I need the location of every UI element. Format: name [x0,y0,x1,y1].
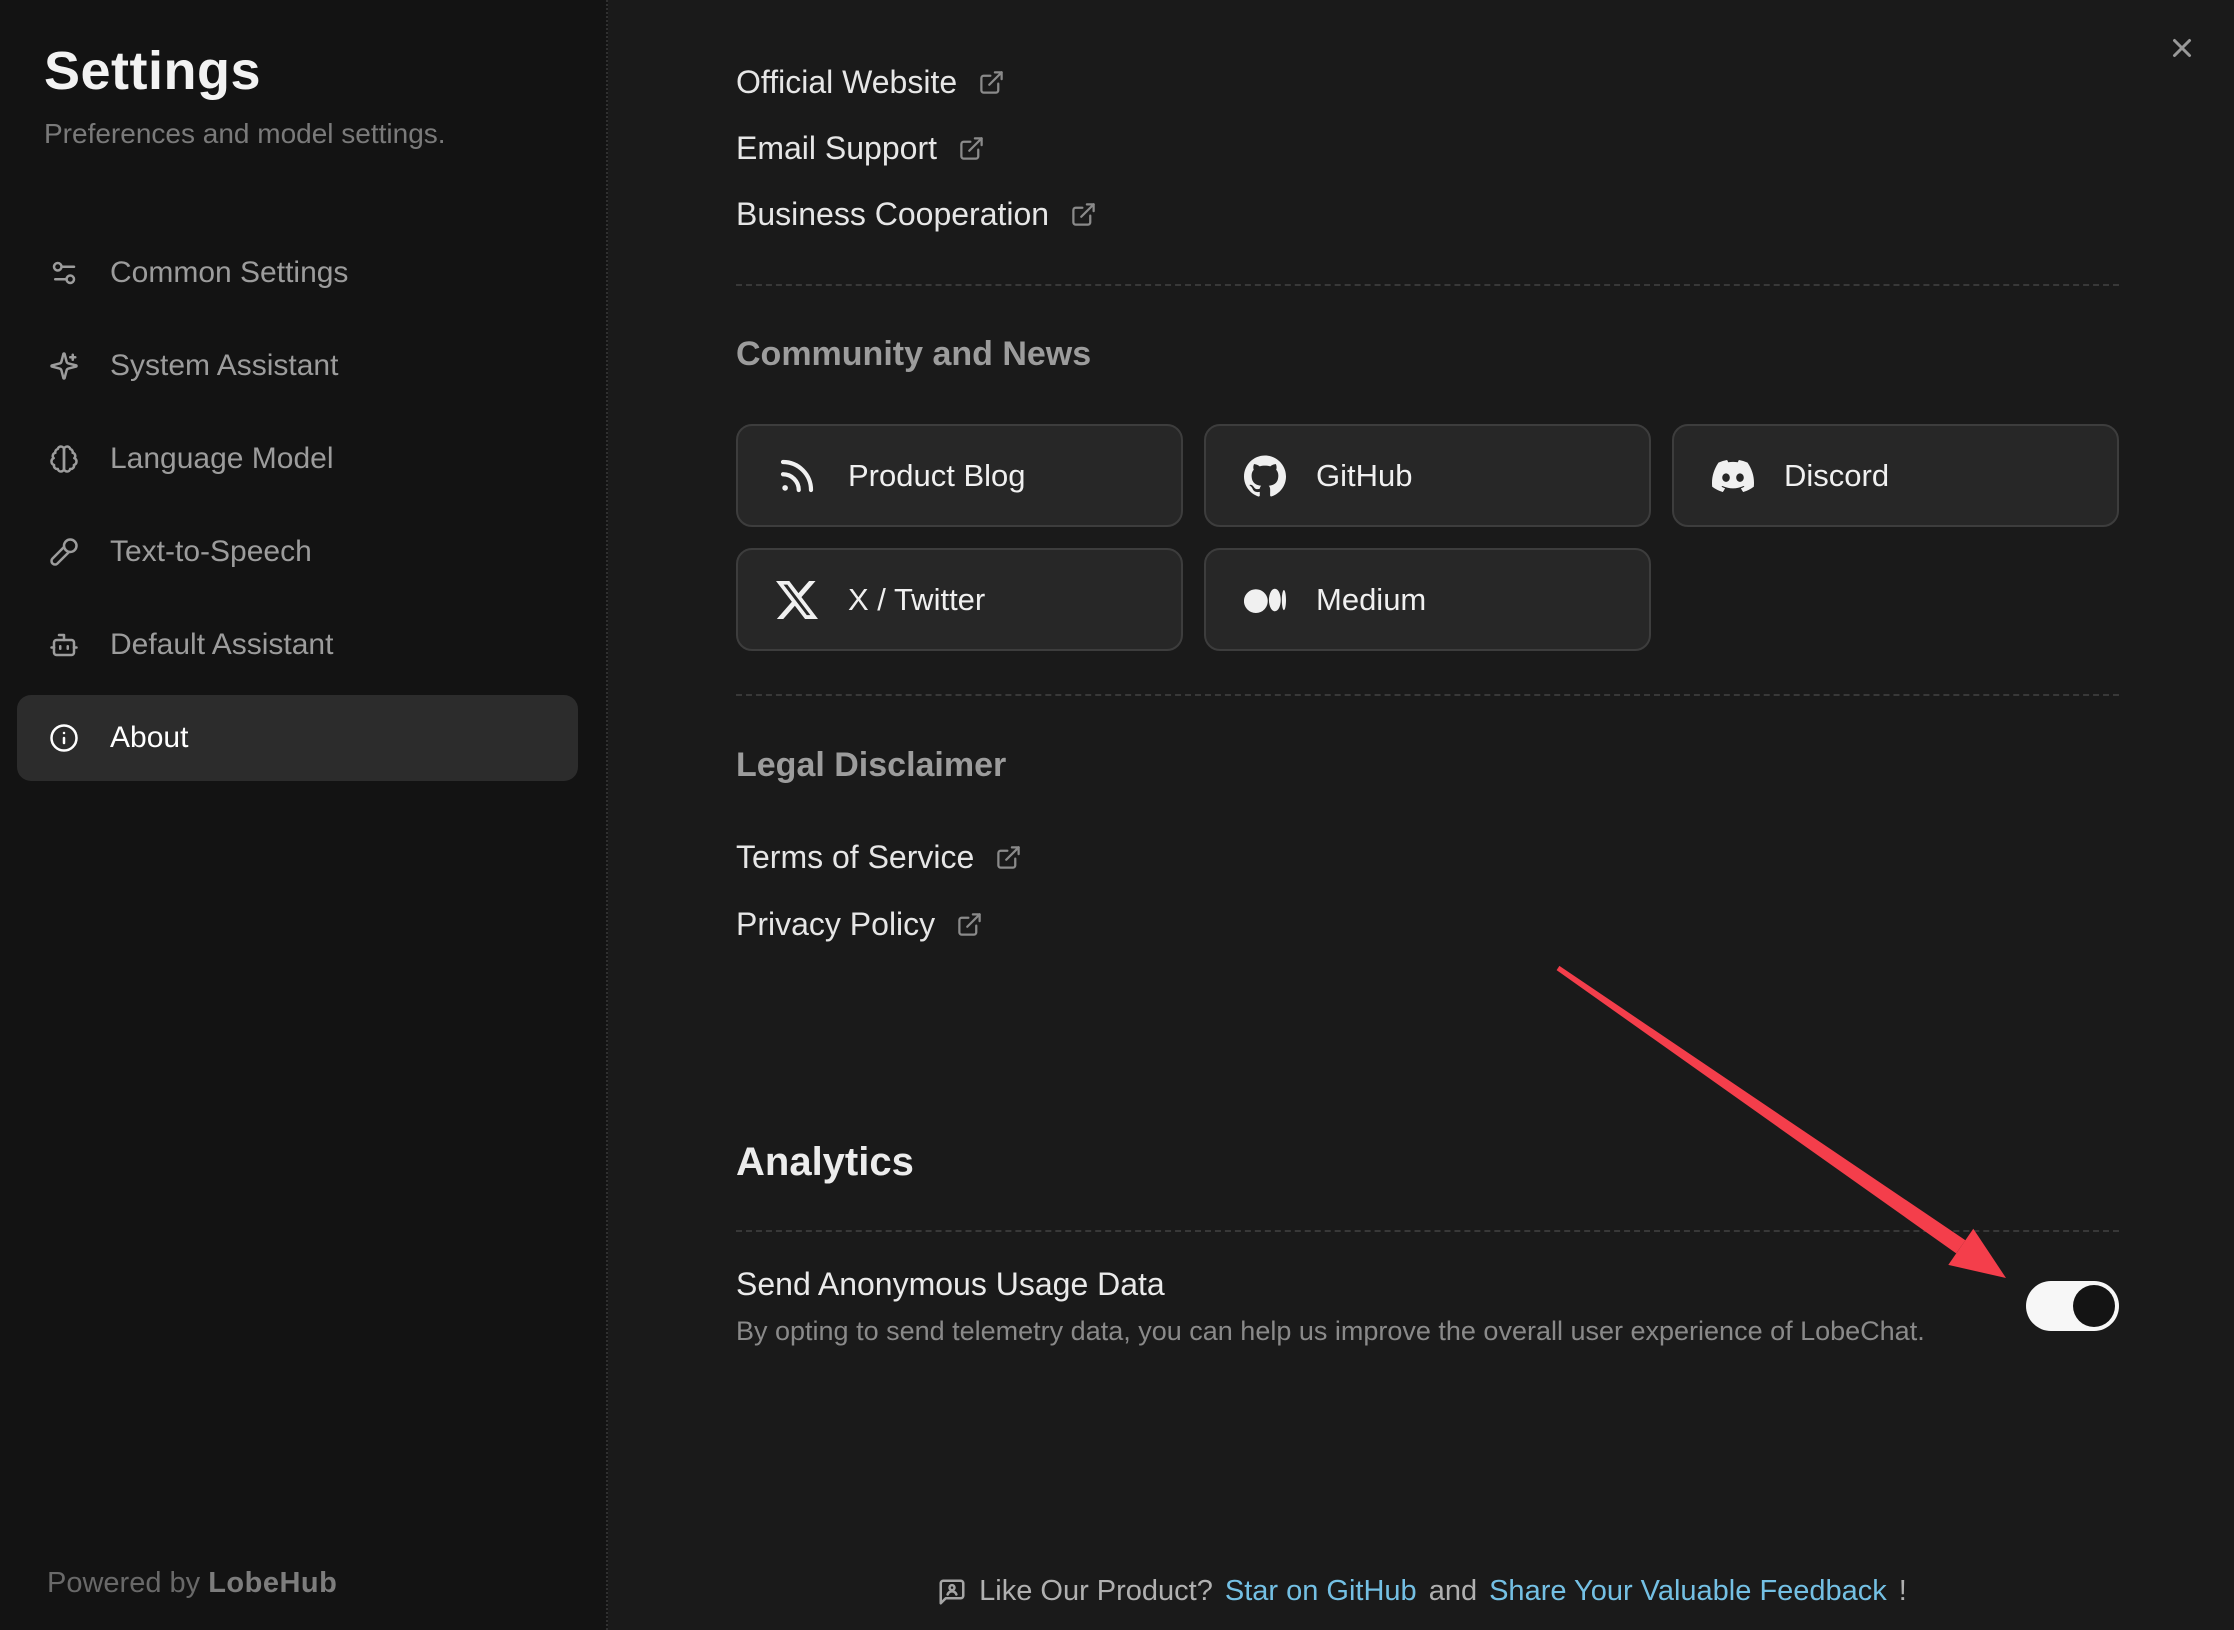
section-divider [736,1230,2119,1232]
x-twitter-button[interactable]: X / Twitter [736,548,1183,651]
powered-by[interactable]: Powered by LobeHub [47,1567,337,1600]
page-title: Settings [44,40,578,102]
email-support-link[interactable]: Email Support [736,125,985,171]
external-link-icon [958,135,985,162]
telemetry-label: Send Anonymous Usage Data [736,1261,1925,1307]
link-label: Email Support [736,125,937,171]
sidebar-item-common-settings[interactable]: Common Settings [17,230,578,316]
footer-middle: and [1429,1575,1477,1608]
button-label: Product Blog [848,458,1026,494]
community-buttons: Product Blog GitHub Discord X / Twitter … [736,424,2119,651]
footer-suffix: ! [1899,1575,1907,1608]
medium-icon [1244,579,1286,621]
close-icon[interactable] [2167,33,2197,63]
lobehub-brand: LobeHub [208,1567,337,1599]
feedback-bubble-icon [937,1577,967,1607]
link-label: Terms of Service [736,834,974,880]
star-on-github-link[interactable]: Star on GitHub [1225,1575,1417,1608]
powered-by-text: Powered by [47,1567,200,1599]
analytics-section-title: Analytics [736,1138,2119,1186]
sidebar-item-label: Text-to-Speech [110,535,312,569]
sliders-icon [49,258,79,288]
discord-icon [1712,455,1754,497]
mic-icon [49,537,79,567]
sidebar-item-label: Language Model [110,442,334,476]
telemetry-texts: Send Anonymous Usage Data By opting to s… [736,1261,1925,1351]
x-icon [776,579,818,621]
external-link-icon [995,844,1022,871]
section-divider [736,284,2119,286]
business-cooperation-link[interactable]: Business Cooperation [736,191,1097,237]
sidebar-item-default-assistant[interactable]: Default Assistant [17,602,578,688]
terms-of-service-link[interactable]: Terms of Service [736,834,1022,880]
link-label: Privacy Policy [736,901,935,947]
telemetry-setting-row: Send Anonymous Usage Data By opting to s… [736,1261,2119,1351]
external-link-icon [956,911,983,938]
brain-icon [49,444,79,474]
product-blog-button[interactable]: Product Blog [736,424,1183,527]
github-icon [1244,455,1286,497]
community-section-title: Community and News [736,331,2119,377]
sidebar-item-about[interactable]: About [17,695,578,781]
contact-links: Official Website Email Support Business … [736,59,2119,237]
button-label: X / Twitter [848,582,985,618]
sidebar-item-language-model[interactable]: Language Model [17,416,578,502]
github-button[interactable]: GitHub [1204,424,1651,527]
official-website-link[interactable]: Official Website [736,59,1005,105]
about-settings-panel: Contact Us Official Website Email Suppor… [610,0,2234,1630]
sidebar-item-label: System Assistant [110,349,338,383]
sparkles-icon [49,351,79,381]
sidebar-item-label: Default Assistant [110,628,333,662]
sidebar-item-label: About [110,721,188,755]
sidebar-item-label: Common Settings [110,256,348,290]
privacy-policy-link[interactable]: Privacy Policy [736,901,983,947]
toggle-knob [2073,1285,2115,1327]
external-link-icon [978,69,1005,96]
sidebar-item-text-to-speech[interactable]: Text-to-Speech [17,509,578,595]
footer-prefix: Like Our Product? [979,1575,1213,1608]
medium-button[interactable]: Medium [1204,548,1651,651]
telemetry-description: By opting to send telemetry data, you ca… [736,1311,1925,1351]
legal-section-title: Legal Disclaimer [736,742,2119,788]
page-subtitle: Preferences and model settings. [44,118,578,150]
discord-button[interactable]: Discord [1672,424,2119,527]
contact-section-title: Contact Us [736,0,2119,4]
share-feedback-link[interactable]: Share Your Valuable Feedback [1489,1575,1887,1608]
legal-links: Terms of Service Privacy Policy [736,834,2119,947]
telemetry-toggle[interactable] [2026,1281,2119,1331]
button-label: Discord [1784,458,1889,494]
settings-sidebar: Settings Preferences and model settings.… [0,0,608,1630]
link-label: Official Website [736,59,957,105]
section-divider [736,694,2119,696]
settings-nav: Common Settings System Assistant Languag… [17,230,578,781]
feedback-footer: Like Our Product? Star on GitHub and Sha… [610,1575,2234,1608]
button-label: Medium [1316,582,1426,618]
info-icon [49,723,79,753]
button-label: GitHub [1316,458,1412,494]
rss-icon [776,455,818,497]
sidebar-item-system-assistant[interactable]: System Assistant [17,323,578,409]
grid-spacer [1672,548,2119,651]
external-link-icon [1070,201,1097,228]
bot-icon [49,630,79,660]
link-label: Business Cooperation [736,191,1049,237]
